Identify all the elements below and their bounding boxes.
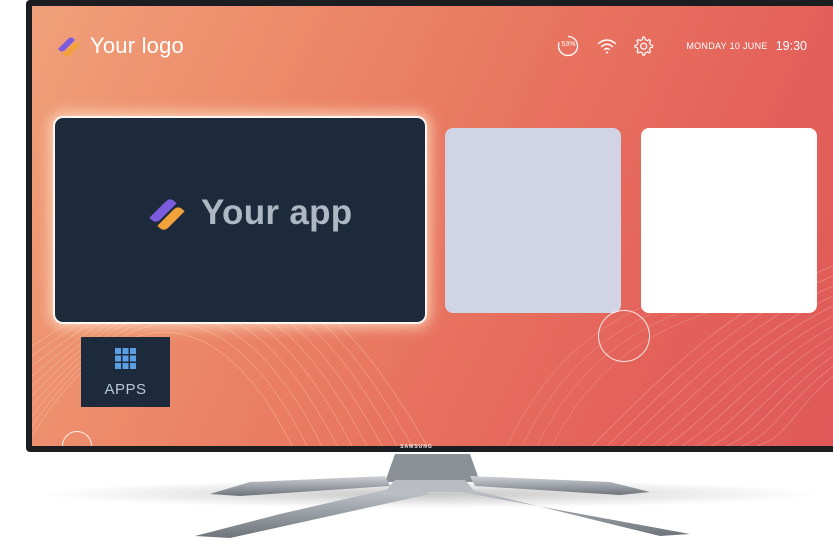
tv-brand-label: SAMSUNG <box>400 444 433 450</box>
featured-app-row: Your app <box>143 192 352 234</box>
logo-text: Your logo <box>90 33 184 58</box>
grid-icon <box>115 348 136 369</box>
app-tile-white[interactable] <box>641 128 817 313</box>
time-text: 19:30 <box>775 39 807 53</box>
tv-screen: Your logo 53% MONDAY 10 JUNE 19:30 Your … <box>32 6 833 446</box>
status-bar: 53% MONDAY 10 JUNE 19:30 <box>556 34 807 58</box>
battery-icon: 53% <box>556 34 580 58</box>
wifi-icon <box>596 35 618 57</box>
featured-app-name: Your app <box>201 193 353 232</box>
featured-app-tile[interactable]: Your app <box>55 118 425 322</box>
pointer-circle-large <box>598 310 650 362</box>
app-logo-icon <box>58 37 80 57</box>
app-logo-icon <box>149 199 185 230</box>
app-tile-lavender[interactable] <box>445 128 621 313</box>
gear-icon[interactable] <box>632 35 654 57</box>
apps-button[interactable]: APPS <box>81 337 170 407</box>
date-text: MONDAY 10 JUNE <box>686 41 768 51</box>
header-logo: Your logo <box>54 33 184 59</box>
tv-stand <box>40 454 820 538</box>
battery-percent: 53% <box>561 41 576 48</box>
apps-label: APPS <box>104 381 147 398</box>
